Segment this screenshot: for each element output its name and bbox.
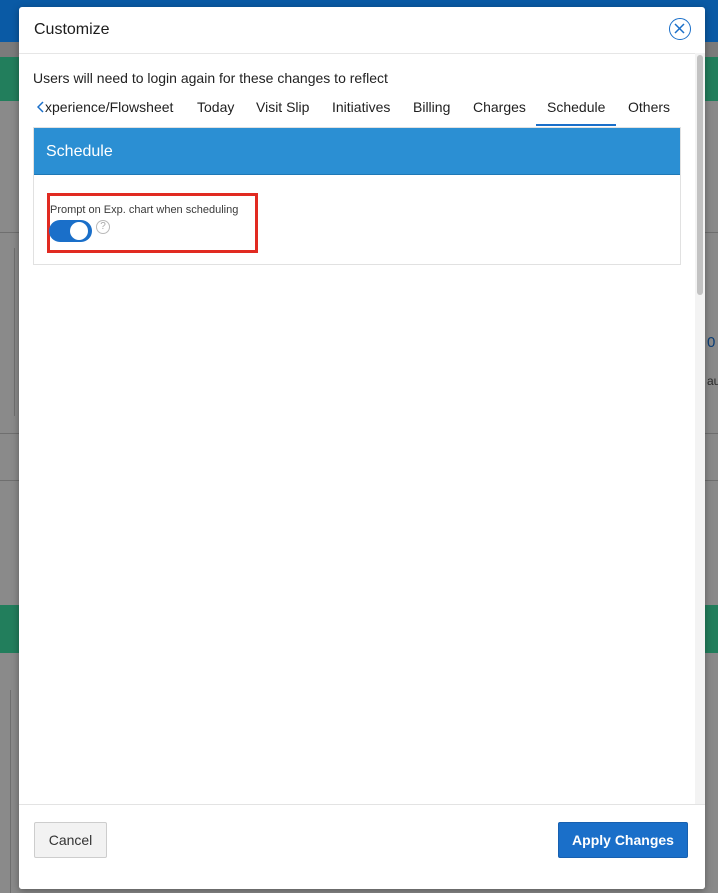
tab-initiatives[interactable]: Initiatives [332,99,390,115]
tab-today[interactable]: Today [197,99,234,115]
prompt-exp-chart-label: Prompt on Exp. chart when scheduling [50,204,239,216]
customize-dialog: Customize Users will need to login again… [19,7,705,889]
background-peek-text: 0 [707,334,716,351]
scrollbar-thumb[interactable] [697,55,703,295]
prompt-exp-chart-toggle[interactable] [49,220,92,242]
background-divider [10,690,11,893]
tab-bar: xperience/Flowsheet Today Visit Slip Ini… [33,95,683,126]
dialog-footer: Cancel Apply Changes [19,804,705,889]
tab-charges[interactable]: Charges [473,99,526,115]
toggle-knob [70,222,88,240]
close-button[interactable] [669,18,691,40]
relogin-notice: Users will need to login again for these… [33,70,388,86]
help-icon[interactable]: ? [96,220,110,234]
schedule-panel-title: Schedule [46,143,113,160]
dialog-header: Customize [19,7,705,54]
schedule-panel-header: Schedule [34,128,680,175]
dialog-title: Customize [34,21,110,38]
apply-changes-button[interactable]: Apply Changes [558,822,688,858]
chevron-left-icon [37,101,44,113]
tab-schedule[interactable]: Schedule [547,99,605,115]
background-peek-text: au [707,374,718,388]
tab-visit-slip[interactable]: Visit Slip [256,99,309,115]
close-icon [674,23,685,34]
tab-billing[interactable]: Billing [413,99,450,115]
cancel-button[interactable]: Cancel [34,822,107,858]
active-tab-indicator [536,124,616,126]
tab-others[interactable]: Others [628,99,670,115]
background-divider [14,248,15,416]
tab-experience-flowsheet[interactable]: xperience/Flowsheet [45,99,173,115]
